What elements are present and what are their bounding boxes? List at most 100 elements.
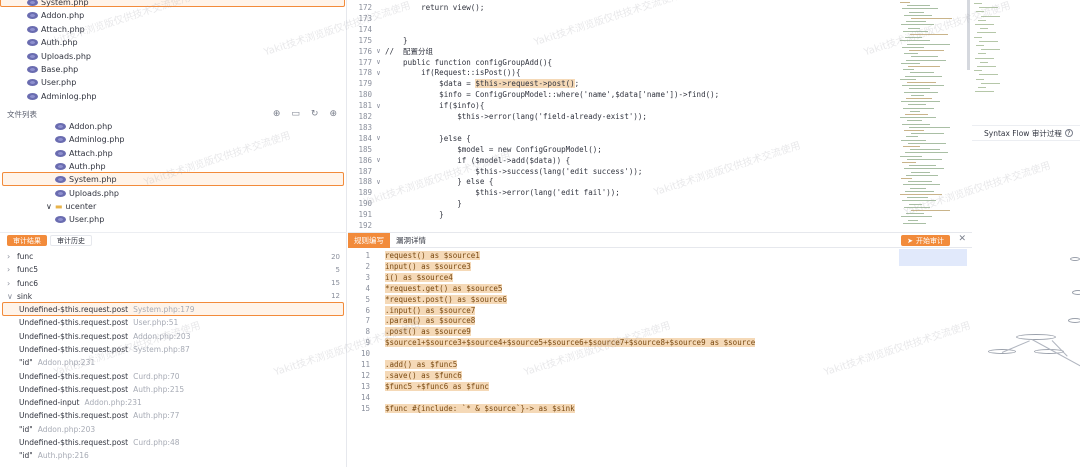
file-name: User.php xyxy=(41,78,77,88)
code-line: 186 ∨ if ($model->add($data)) { xyxy=(348,155,908,166)
result-name: Undefined-$this.request.post xyxy=(19,384,129,394)
code-minimap[interactable] xyxy=(896,0,964,232)
file-name: Adminlog.php xyxy=(41,91,97,101)
rule-minimap[interactable] xyxy=(899,249,967,266)
tree-node-func[interactable]: › func 20 xyxy=(7,250,340,263)
tree-node-func6[interactable]: › func6 15 xyxy=(7,277,340,290)
file-item[interactable]: Addon.php xyxy=(27,9,84,22)
right-minimap-line xyxy=(977,32,996,34)
chevron-down-icon[interactable]: ∨ xyxy=(7,292,17,301)
result-item[interactable]: Undefined-$this.request.post Curd.php:48 xyxy=(19,436,180,449)
minimap-line xyxy=(901,101,940,103)
fold-chevron-icon[interactable]: ∨ xyxy=(372,47,385,55)
tab-audit-history[interactable]: 审计历史 xyxy=(50,235,92,246)
result-item[interactable]: Undefined-$this.request.post Auth.php:215 xyxy=(19,383,184,396)
result-item[interactable]: Undefined-$this.request.post System.php:8… xyxy=(19,343,190,356)
file-item[interactable]: Adminlog.php xyxy=(27,90,96,103)
minimap-line xyxy=(905,152,948,154)
line-number: 15 xyxy=(360,403,370,413)
tree-node-func5[interactable]: › func5 5 xyxy=(7,263,340,276)
line-number: 181 xyxy=(358,101,372,111)
rule-text: $func5 +$func6 as $func xyxy=(385,381,489,391)
minimap-line xyxy=(900,155,922,157)
file-item[interactable]: User.php xyxy=(27,76,76,89)
rule-line: 10 xyxy=(348,348,385,359)
file-item[interactable]: Attach.php xyxy=(27,23,85,36)
rule-tab-bar: 规则编写 漏洞详情 ➤ 开始审计 ✕ xyxy=(348,232,972,248)
fold-chevron-icon[interactable]: ∨ xyxy=(372,156,385,164)
start-audit-button[interactable]: ➤ 开始审计 xyxy=(901,235,950,246)
php-file-icon xyxy=(55,149,66,157)
file-item[interactable]: Addon.php xyxy=(55,120,112,133)
fold-chevron-icon[interactable]: ∨ xyxy=(372,134,385,142)
minimap-line xyxy=(910,34,948,35)
minimap-line xyxy=(900,78,916,80)
tree-node-sink[interactable]: ∨ sink 12 xyxy=(7,290,340,303)
file-item[interactable]: System.php xyxy=(55,173,117,186)
file-item[interactable]: Uploads.php xyxy=(55,187,119,200)
folder-icon[interactable]: ▭ xyxy=(291,109,300,119)
result-name: Undefined-$this.request.post xyxy=(19,331,129,341)
question-icon[interactable]: ? xyxy=(1064,129,1073,137)
fold-chevron-icon[interactable]: ∨ xyxy=(372,69,385,77)
php-file-icon xyxy=(27,39,38,47)
rule-line: 12 .save() as $func6 xyxy=(348,370,462,381)
minimap-line xyxy=(911,171,930,173)
file-item[interactable]: Adminlog.php xyxy=(55,133,124,146)
result-item[interactable]: Undefined-$this.request.post Addon.php:20… xyxy=(19,330,190,343)
result-item[interactable]: Undefined-$this.request.post Curd.php:70 xyxy=(19,370,180,383)
file-item[interactable]: System.php xyxy=(27,0,89,9)
chevron-right-icon[interactable]: › xyxy=(7,265,17,274)
result-item[interactable]: "id" Addon.php:203 xyxy=(19,423,95,436)
result-item[interactable]: Undefined-$this.request.post System.php:1… xyxy=(19,303,195,316)
code-editor[interactable]: 172 return view(); 173 174 175 } 176 ∨// 配置分组… xyxy=(348,0,972,232)
editor-scrollbar[interactable] xyxy=(967,0,970,70)
php-file-icon xyxy=(27,79,38,87)
close-icon[interactable]: ✕ xyxy=(958,234,966,244)
minimap-line xyxy=(911,133,944,135)
file-item[interactable]: User.php xyxy=(55,213,104,226)
file-name: Base.php xyxy=(41,65,79,74)
refresh-icon[interactable]: ↻ xyxy=(311,109,319,119)
result-item[interactable]: "id" Auth.php:216 xyxy=(19,449,89,462)
php-file-icon xyxy=(55,162,66,170)
flow-graph-node[interactable] xyxy=(1072,290,1080,295)
flow-graph-node[interactable] xyxy=(1016,334,1056,340)
minimap-line xyxy=(902,123,930,125)
file-item[interactable]: Auth.php xyxy=(55,160,106,173)
file-item[interactable]: Attach.php xyxy=(55,147,113,160)
locate-icon[interactable]: ⊕ xyxy=(273,109,281,119)
chevron-right-icon[interactable]: › xyxy=(7,252,17,261)
tab-audit-results[interactable]: 审计结果 xyxy=(7,235,47,246)
add-icon[interactable]: ⊕ xyxy=(329,109,337,119)
minimap-line xyxy=(911,94,924,96)
file-item[interactable]: Base.php xyxy=(27,63,78,76)
rule-line: 8 .post() as $source9 xyxy=(348,326,471,337)
code-line: 174 xyxy=(348,24,908,35)
minimap-line xyxy=(906,59,946,61)
minimap-line xyxy=(908,27,920,29)
result-item[interactable]: Undefined-input Addon.php:231 xyxy=(19,396,142,409)
result-item[interactable]: Undefined-$this.request.post User.php:51 xyxy=(19,316,178,329)
fold-chevron-icon[interactable]: ∨ xyxy=(372,58,385,66)
file-item[interactable]: Uploads.php xyxy=(27,50,91,63)
result-item[interactable]: Undefined-$this.request.post Auth.php:77 xyxy=(19,409,179,422)
rule-editor[interactable]: 1 request() as $source1 2 input() as $sourc… xyxy=(348,249,972,467)
chevron-right-icon[interactable]: › xyxy=(7,279,17,288)
file-name: ucenter xyxy=(65,201,97,211)
code-line: 181 ∨ if($info){ xyxy=(348,100,908,111)
flow-graph-node[interactable] xyxy=(1070,257,1080,261)
flow-graph-node[interactable] xyxy=(1068,318,1080,323)
php-file-icon xyxy=(55,216,66,224)
file-item[interactable]: Auth.php xyxy=(27,36,78,49)
chevron-down-icon[interactable]: ∨ xyxy=(46,202,52,211)
file-name: Attach.php xyxy=(69,148,113,158)
folder-item[interactable]: ∨ ▬ ucenter xyxy=(46,200,96,213)
result-item[interactable]: "id" Addon.php:231 xyxy=(19,356,95,369)
fold-chevron-icon[interactable]: ∨ xyxy=(372,102,385,110)
right-minimap-line xyxy=(974,70,982,72)
result-location: Curd.php:70 xyxy=(133,371,180,381)
tab-rule-editor[interactable]: 规则编写 xyxy=(348,232,390,248)
tab-vuln-details[interactable]: 漏洞详情 xyxy=(390,233,432,248)
fold-chevron-icon[interactable]: ∨ xyxy=(372,178,385,186)
